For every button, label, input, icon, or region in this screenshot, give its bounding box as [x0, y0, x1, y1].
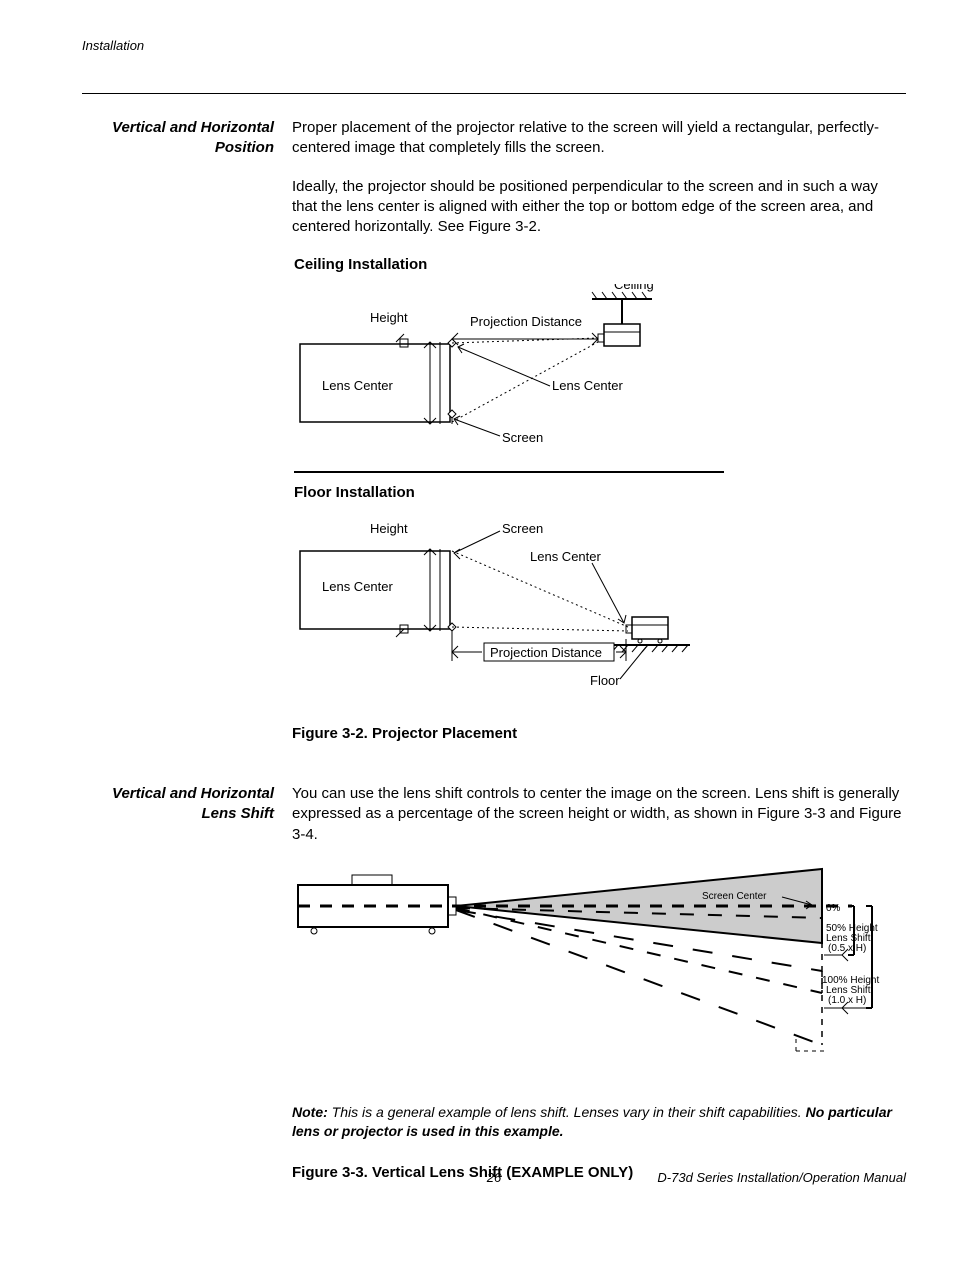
figure-divider	[294, 471, 724, 473]
figure-3-2-caption: Figure 3-2. Projector Placement	[292, 724, 906, 744]
lens-shift-diagram: Screen Center 0%	[292, 863, 912, 1083]
label-hundred-l3: (1.0 x H)	[828, 995, 866, 1006]
label-lens-center-right: Lens Center	[530, 549, 601, 564]
running-header: Installation	[82, 38, 906, 53]
label-height: Height	[370, 521, 408, 536]
label-fifty-l3: (0.5 x H)	[828, 943, 866, 954]
label-screen: Screen	[502, 521, 543, 536]
doc-title: D-73d Series Installation/Operation Manu…	[657, 1170, 906, 1185]
label-ceiling: Ceiling	[614, 284, 654, 292]
floor-installation-title: Floor Installation	[294, 483, 906, 503]
label-projection-distance: Projection Distance	[470, 314, 582, 329]
page-number: 26	[487, 1170, 501, 1185]
note-label: Note:	[292, 1104, 328, 1120]
paragraph: Proper placement of the projector relati…	[292, 118, 906, 159]
top-rule	[82, 93, 906, 94]
label-zero-pct: 0%	[826, 903, 841, 914]
label-screen: Screen	[502, 430, 543, 445]
label-lens-center-left: Lens Center	[322, 579, 393, 594]
figure-3-3: Screen Center 0%	[292, 863, 912, 1183]
label-screen-center: Screen Center	[702, 891, 767, 902]
label-height: Height	[370, 310, 408, 325]
note-body: This is a general example of lens shift.…	[328, 1104, 806, 1120]
figure-3-2: Ceiling Installation Ceiling	[292, 255, 906, 744]
label-lens-center-right: Lens Center	[552, 378, 623, 393]
section-heading-position: Vertical and Horizontal Position	[82, 118, 274, 159]
label-floor: Floor	[590, 673, 620, 688]
page-footer: 26 D-73d Series Installation/Operation M…	[82, 1170, 906, 1185]
label-projection-distance: Projection Distance	[490, 645, 602, 660]
paragraph: Ideally, the projector should be positio…	[292, 177, 906, 238]
floor-installation-diagram: Height Screen Lens Center	[292, 511, 772, 706]
paragraph: You can use the lens shift controls to c…	[292, 784, 912, 845]
ceiling-installation-diagram: Ceiling Height	[292, 284, 772, 459]
label-lens-center-left: Lens Center	[322, 378, 393, 393]
figure-3-3-note: Note: This is a general example of lens …	[292, 1103, 912, 1141]
section-heading-lens-shift: Vertical and Horizontal Lens Shift	[82, 784, 274, 825]
ceiling-installation-title: Ceiling Installation	[294, 255, 906, 275]
